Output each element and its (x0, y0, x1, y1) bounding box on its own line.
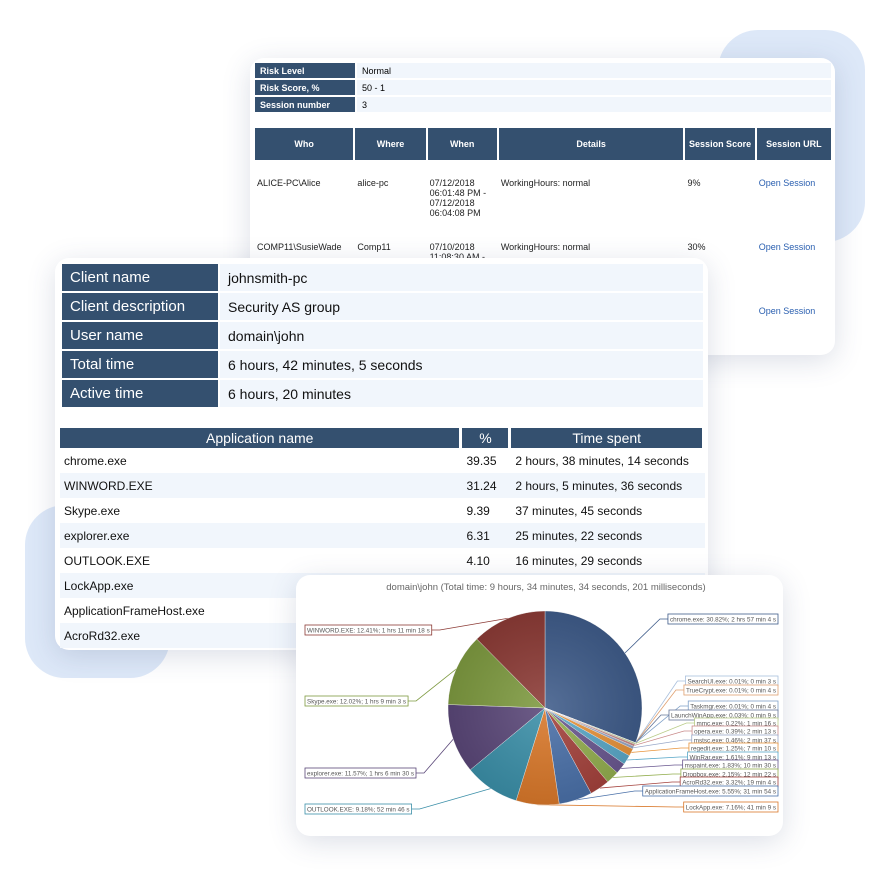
column-header[interactable]: Who (255, 128, 354, 160)
leader-line (612, 773, 681, 778)
slice-label: Skype.exe: 12.02%; 1 hrs 9 min 3 s (307, 699, 406, 706)
application-pct: 4.10 (466, 553, 490, 568)
leader-line (626, 756, 688, 761)
info-row: Session number 3 (255, 97, 831, 112)
client-info-table: Client name johnsmith-pc Client descriptio… (60, 262, 705, 409)
slice-label: OUTLOOK.EXE: 9.18%; 52 min 46 s (307, 807, 410, 814)
slice-label: Taskmgr.exe: 0.01%; 0 min 4 s (690, 704, 776, 711)
pie-chart-card: domain\john (Total time: 9 hours, 34 min… (296, 575, 783, 836)
session-where: alice-pc (357, 178, 389, 188)
leader-line (631, 747, 689, 753)
info-value: 3 (357, 97, 831, 112)
slice-label: mspaint.exe: 1.83%; 10 min 30 s (685, 763, 776, 770)
column-header[interactable]: When (427, 128, 497, 160)
info-label: Risk Level (255, 63, 355, 78)
session-score: 9% (687, 178, 701, 188)
slice-label: opera.exe: 0.39%; 2 min 13 s (694, 729, 776, 736)
application-row: Skype.exe 9.39 37 minutes, 45 seconds (60, 498, 705, 523)
info-row: Client description Security AS group (62, 293, 703, 320)
info-row: Total time 6 hours, 42 minutes, 5 seconds (62, 351, 703, 378)
session-who: ALICE-PC\Alice (257, 178, 321, 188)
column-header[interactable]: % (462, 428, 512, 448)
info-row: User name domain\john (62, 322, 703, 349)
slice-label: WINWORD.EXE: 12.41%; 1 hrs 11 min 18 s (307, 628, 430, 635)
info-label: Client description (62, 293, 218, 320)
application-pct: 9.39 (466, 503, 490, 518)
slice-label: AcroRd32.exe: 3.32%; 19 min 4 s (682, 780, 776, 787)
slice-label: regedit.exe: 1.25%; 7 min 10 s (691, 746, 776, 753)
info-value: johnsmith-pc (220, 264, 703, 291)
slice-label: explorer.exe: 11.57%; 1 hrs 6 min 30 s (307, 771, 414, 778)
application-app: chrome.exe (64, 453, 127, 468)
application-app: WINWORD.EXE (60, 473, 463, 498)
chart-title: domain\john (Total time: 9 hours, 34 min… (386, 582, 705, 593)
column-header[interactable]: Session URL (756, 128, 831, 160)
application-app: OUTLOOK.EXE (64, 553, 151, 568)
info-label: User name (62, 322, 218, 349)
application-row: WINWORD.EXE 31.24 2 hours, 5 minutes, 36 s… (60, 473, 705, 498)
slice-label: chrome.exe: 30.82%; 2 hrs 57 min 4 s (670, 617, 776, 624)
info-label: Client name (62, 264, 218, 291)
application-time: 2 hours, 5 minutes, 36 seconds (511, 473, 705, 498)
leader-line (537, 804, 684, 808)
application-time: 25 minutes, 22 seconds (511, 523, 705, 548)
column-header[interactable]: Session Score (685, 128, 755, 160)
application-row: OUTLOOK.EXE 4.10 16 minutes, 29 seconds (60, 548, 705, 573)
info-label: Active time (62, 380, 218, 407)
application-pct: 6.31 (462, 523, 512, 548)
pie-chart: domain\john (Total time: 9 hours, 34 min… (304, 582, 779, 815)
leader-line (620, 764, 683, 769)
session-details: WorkingHours: normal (500, 178, 591, 188)
info-value: 6 hours, 42 minutes, 5 seconds (220, 351, 703, 378)
slice-label: ApplicationFrameHost.exe: 5.55%; 31 min … (645, 789, 776, 796)
application-row: chrome.exe 39.35 2 hours, 38 minutes, 14 s… (60, 448, 705, 473)
info-row: Active time 6 hours, 20 minutes (62, 380, 703, 407)
slice-label: TrueCrypt.exe: 0.01%; 0 min 4 s (686, 688, 776, 695)
open-session-link[interactable]: Open Session (759, 306, 816, 316)
leader-line (411, 788, 492, 810)
risk-info-table: Risk Level Normal Risk Score, % 50 - 1 Sessi… (253, 61, 833, 114)
application-pct: 31.24 (462, 473, 512, 498)
info-label: Risk Score, % (255, 80, 355, 95)
info-label: Session number (255, 97, 355, 112)
info-value: domain\john (220, 322, 703, 349)
column-header[interactable]: Details (498, 128, 684, 160)
leader-line (624, 618, 668, 654)
column-header[interactable]: Application name (60, 428, 463, 448)
column-header[interactable]: Where (355, 128, 426, 160)
session-when: 07/12/2018 06:01:48 PM - 07/12/2018 06:0… (429, 178, 487, 218)
info-label: Total time (62, 351, 218, 378)
info-row: Risk Level Normal (255, 63, 831, 78)
info-value: Security AS group (220, 293, 703, 320)
column-header[interactable]: Time spent (511, 428, 705, 448)
info-value: 6 hours, 20 minutes (220, 380, 703, 407)
application-time: 37 minutes, 45 seconds (515, 503, 643, 518)
application-time: 2 hours, 38 minutes, 14 seconds (515, 453, 689, 468)
slice-label: LockApp.exe: 7.16%; 41 min 9 s (686, 805, 776, 812)
slice-label: SearchUI.exe: 0.01%; 0 min 3 s (687, 679, 776, 686)
info-row: Risk Score, % 50 - 1 (255, 80, 831, 95)
application-time: 16 minutes, 29 seconds (515, 553, 643, 568)
application-app: Skype.exe (64, 503, 121, 518)
application-pct: 39.35 (466, 453, 497, 468)
application-app: explorer.exe (60, 523, 463, 548)
open-session-link[interactable]: Open Session (759, 178, 816, 188)
info-row: Client name johnsmith-pc (62, 264, 703, 291)
open-session-link[interactable]: Open Session (759, 242, 816, 252)
leader-line (416, 738, 454, 774)
session-row: ALICE-PC\Alice alice-pc 07/12/2018 06:01:4… (255, 162, 831, 224)
info-value: Normal (357, 63, 831, 78)
info-value: 50 - 1 (357, 80, 831, 95)
application-row: explorer.exe 6.31 25 minutes, 22 seconds (60, 523, 705, 548)
